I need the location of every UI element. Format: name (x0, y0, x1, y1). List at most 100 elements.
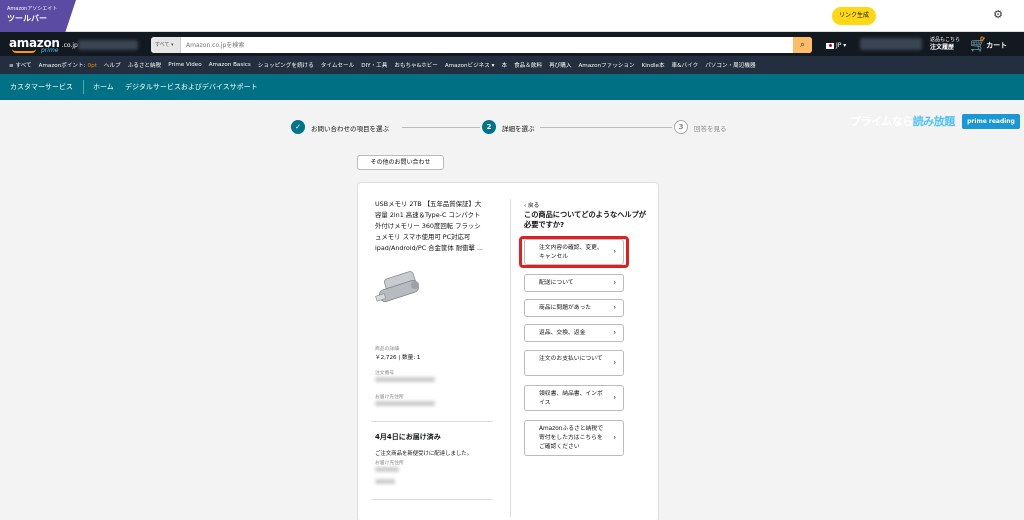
product-title-line: 容量 2in1 高速＆Type-C コンパクト (375, 211, 481, 219)
delivery-status: 4月4日にお届け済み (375, 433, 441, 441)
recipient-label: お届け先住所 (375, 461, 404, 466)
cart-count: 0 (980, 36, 985, 43)
back-link[interactable]: ‹ 戻る (524, 201, 539, 209)
prime-banner-a: プライムなら (850, 115, 913, 128)
step-3-label: 回答を見る (694, 125, 727, 133)
inquiry-card: USBメモリ 2TB 【五年品質保証】大 容量 2in1 高速＆Type-C コ… (357, 182, 659, 520)
step-2-number: 2 (482, 120, 496, 134)
option-label: Amazonふるさと納税で寄付をした方はこちらをご確認ください (539, 426, 604, 450)
step-1-check-icon: ✓ (291, 120, 305, 134)
chevron-right-icon: › (613, 328, 616, 337)
divider (371, 421, 493, 422)
nav-item[interactable]: ヘルプ (104, 61, 121, 69)
nav-item[interactable]: おもちゃ&ホビー (394, 61, 438, 69)
nav-item[interactable]: ≡ すべて (9, 61, 32, 69)
divider (371, 499, 493, 500)
other-inquiry-button[interactable]: その他のお問い合わせ (357, 155, 444, 170)
nav-item[interactable]: 食品＆飲料 (514, 61, 542, 69)
option-label: 注文のお支払いについて (539, 356, 603, 362)
address-label: お届け先住所 (375, 395, 404, 400)
search-icon[interactable]: ⌕ (793, 37, 812, 53)
product-title[interactable]: USBメモリ 2TB 【五年品質保証】大 容量 2in1 高速＆Type-C コ… (375, 199, 497, 254)
redacted-order-number (375, 377, 435, 382)
redacted-address-value (375, 401, 435, 406)
chevron-right-icon: › (613, 358, 616, 367)
step-connector-1 (402, 127, 480, 128)
redacted-address (78, 40, 138, 50)
option-return-refund[interactable]: 返品、交換、返金 › (524, 324, 624, 342)
prime-banner[interactable]: プライムなら読み放題 (850, 113, 955, 129)
help-question: この商品についてどのようなヘルプが必要ですか? (524, 210, 646, 229)
nav-items: ≡ すべて Amazonポイント: 0pt ヘルプ ふるさと納税 Prime Video A… (9, 56, 763, 74)
returns-orders-link[interactable]: 返品もこちら 注文履歴 (930, 37, 960, 52)
column-divider (510, 199, 511, 517)
option-receipt-invoice[interactable]: 領収書、納品書、インボイス › (524, 385, 624, 411)
nav-item[interactable]: ふるさと納税 (128, 61, 162, 69)
option-furusato-donation[interactable]: Amazonふるさと納税で寄付をした方はこちらをご確認ください › (524, 420, 624, 456)
chevron-right-icon: › (613, 393, 616, 402)
option-delivery[interactable]: 配送について › (524, 274, 624, 292)
prime-reading-badge[interactable]: prime reading (962, 114, 1020, 129)
chevron-right-icon: › (613, 303, 616, 312)
badge-title: ツールバー (7, 14, 47, 23)
delivery-note: ご注文商品を新便受けに配達しました。 (375, 451, 473, 457)
returns-line2: 注文履歴 (930, 44, 955, 51)
nav-item[interactable]: ショッピングを続ける (258, 61, 314, 69)
points-value: 0pt (87, 63, 97, 69)
cart-link[interactable]: 🛒 0 カート (970, 36, 1008, 53)
option-payment[interactable]: 注文のお支払いについて › (524, 350, 624, 376)
product-title-line: ュメモリ スマホ使用可 PC対応可 (375, 233, 471, 241)
nav-item[interactable]: Amazonファッション (578, 61, 634, 69)
step-1-label: お問い合わせの項目を選ぶ (311, 125, 389, 133)
logo-tld: .co.jp (61, 42, 78, 49)
nav-item[interactable]: Amazon Basics (209, 62, 251, 68)
amazon-logo[interactable]: amazon .co.jp prime (9, 36, 78, 54)
nav-item[interactable]: 本 (501, 61, 507, 69)
cs-title[interactable]: カスタマーサービス (10, 82, 73, 92)
step-2-label: 詳細を選ぶ (502, 125, 535, 133)
option-label: 商品に問題があった (539, 305, 592, 311)
option-label: 配送について (539, 280, 574, 286)
chevron-right-icon: › (613, 433, 616, 442)
gear-icon[interactable]: ⚙ (992, 9, 1004, 21)
option-label: 領収書、納品書、インボイス (539, 391, 603, 406)
cs-divider (83, 80, 84, 94)
logo-smile-icon (12, 49, 36, 53)
returns-line1: 返品もこちら (930, 37, 961, 43)
cs-digital-link[interactable]: デジタルサービスおよびデバイスサポート (125, 82, 258, 92)
redacted-account (860, 38, 922, 50)
product-image (375, 271, 419, 302)
nav-item[interactable]: Kindle本 (642, 61, 665, 69)
nav-item[interactable]: Amazonビジネス ▾ (445, 61, 495, 69)
product-title-line: USBメモリ 2TB 【五年品質保証】大 (375, 200, 482, 208)
detail-label: 商品の詳細 (375, 347, 399, 352)
step-3-number: 3 (674, 120, 688, 134)
link-generate-button[interactable]: リンク生成 (832, 7, 876, 25)
japan-flag-icon (826, 42, 834, 49)
nav-item[interactable]: 車&バイク (672, 61, 699, 69)
nav-item[interactable]: パソコン・周辺機器 (705, 61, 755, 69)
option-product-problem[interactable]: 商品に問題があった › (524, 299, 624, 317)
step-connector-2 (540, 127, 672, 128)
nav-item[interactable]: Amazonポイント: 0pt (39, 61, 97, 69)
logo-prime: prime (41, 47, 59, 54)
associate-toolbar: Amazonアソシエイト ツールバー リンク生成 ⚙ (0, 0, 1024, 32)
product-title-line: ipad/Android/PC 合金筐体 耐衝擊 ... (375, 244, 484, 252)
order-number-label: 注文番号 (375, 371, 395, 376)
detail-value: ￥2,726 | 数量: 1 (375, 355, 421, 361)
customer-service-bar: カスタマーサービス ホーム デジタルサービスおよびデバイスサポート (0, 74, 1024, 100)
search-category-select[interactable]: すべて ▾ (151, 37, 181, 53)
cs-home-link[interactable]: ホーム (93, 82, 114, 92)
nav-item[interactable]: タイムセール (321, 61, 354, 69)
chevron-right-icon: › (613, 278, 616, 287)
locale-switcher[interactable]: JP ▾ (826, 42, 846, 49)
search-input[interactable] (182, 37, 792, 53)
nav-item[interactable]: Prime Video (168, 62, 201, 68)
redacted-recipient-2 (375, 479, 395, 484)
nav-item[interactable]: DIY・工具 (361, 61, 387, 69)
nav-item[interactable]: 再び購入 (549, 61, 571, 69)
prime-banner-b: 読み放題 (912, 115, 956, 128)
associate-badge[interactable]: Amazonアソシエイト ツールバー (0, 0, 76, 32)
option-label: 返品、交換、返金 (539, 330, 586, 336)
cart-label: カート (986, 41, 1008, 50)
